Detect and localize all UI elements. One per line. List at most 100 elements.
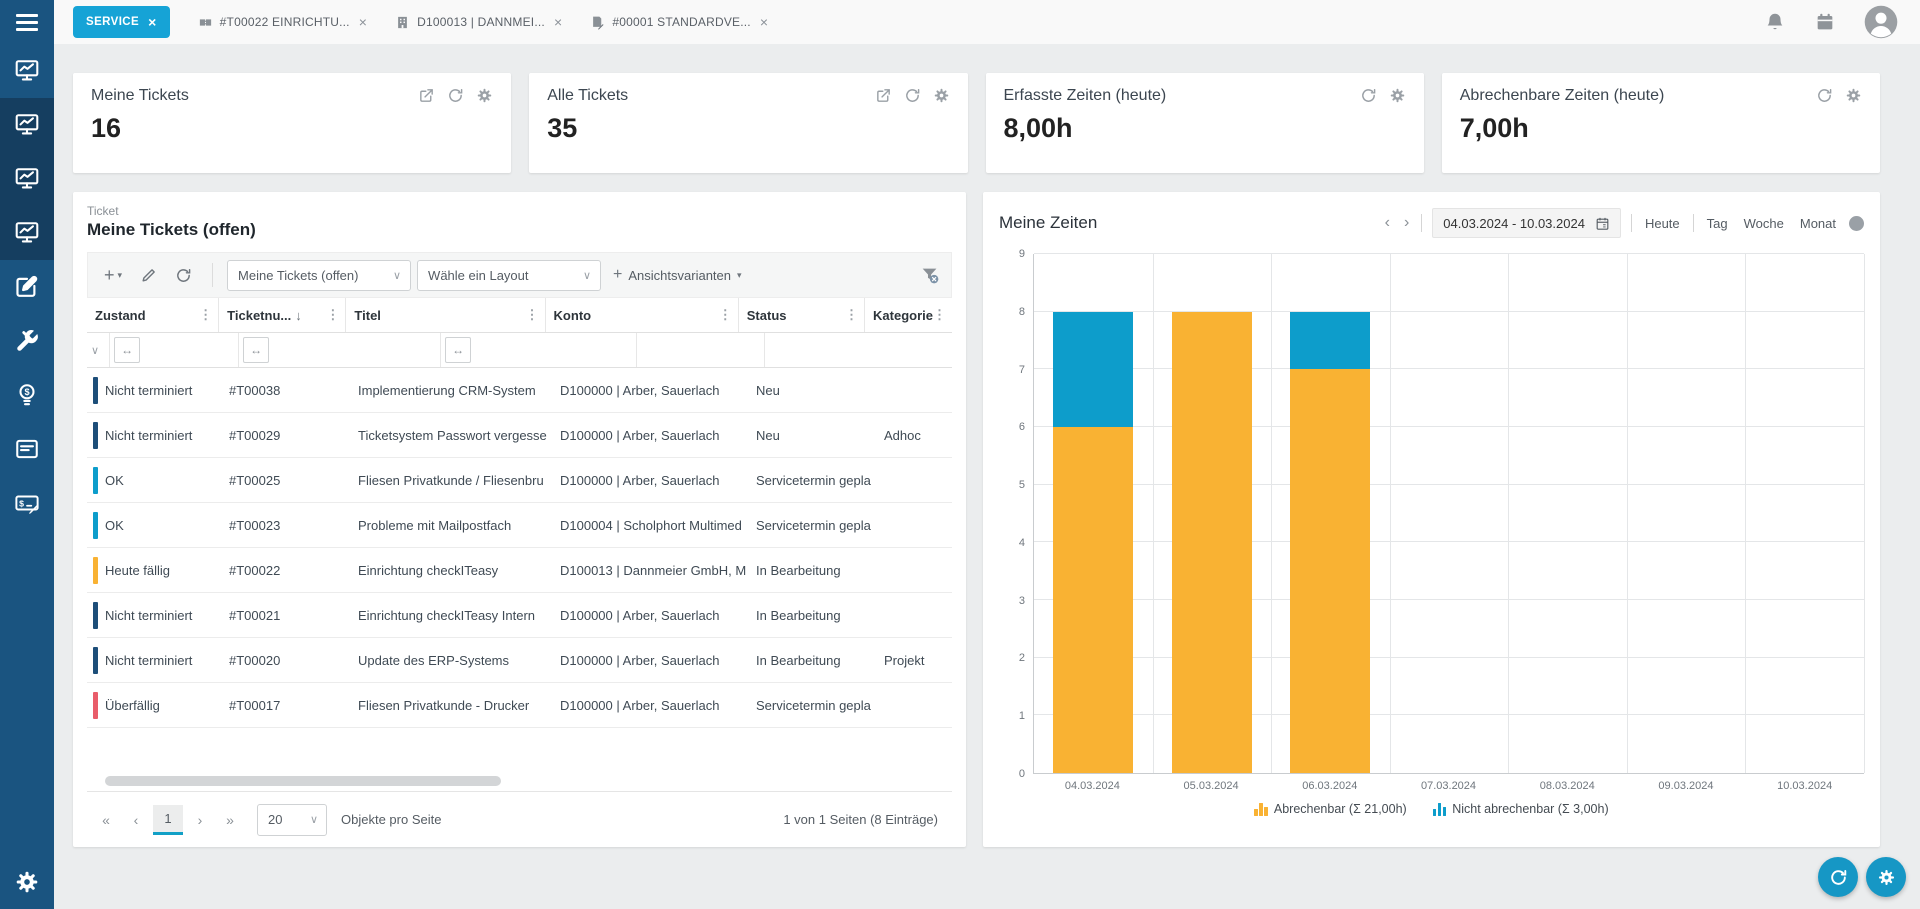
cell-konto: D100004 | Scholphort Multimed [552,518,748,533]
close-icon[interactable]: × [554,15,562,29]
add-ticket-button[interactable]: + ▾ [98,261,128,290]
cell-zustand: Heute fällig [87,557,221,584]
table-row[interactable]: OK#T00023Probleme mit MailpostfachD10000… [87,503,952,548]
scrollbar-thumb[interactable] [105,776,501,786]
page-size-select[interactable]: 20 ∨ [257,804,327,836]
prev-period-button[interactable]: ‹ [1383,214,1392,232]
date-range-picker[interactable]: 04.03.2024 - 10.03.2024 [1432,208,1621,238]
tab-ticket-t00022[interactable]: #T00022 EINRICHTU... × [198,6,367,38]
stat-card-meine-tickets: Meine Tickets 16 [73,73,511,173]
column-header-zustand[interactable]: Zustand⋮ [87,298,219,332]
column-header-status[interactable]: Status ⋮ [739,298,865,332]
tab-document-00001[interactable]: #00001 STANDARDVE... × [590,6,768,38]
refresh-icon[interactable] [1360,87,1377,104]
sidebar-item-dashboard-2[interactable] [0,98,54,152]
column-resize-icon[interactable]: ↔ [243,337,269,363]
filter-input-2[interactable] [269,337,436,363]
refresh-icon[interactable] [1816,87,1833,104]
view-monat-button[interactable]: Monat [1797,216,1839,231]
table-row[interactable]: Nicht terminiert#T00020Update des ERP-Sy… [87,638,952,683]
sidebar-item-invoices[interactable]: $ [0,476,54,530]
view-heute-button[interactable]: Heute [1642,216,1683,231]
current-page-button[interactable]: 1 [153,805,183,835]
column-menu-icon[interactable]: ⋮ [326,307,339,323]
prev-page-button[interactable]: ‹ [123,805,149,835]
column-header-konto[interactable]: Konto⋮ [546,298,739,332]
refresh-icon[interactable] [447,87,464,104]
column-resize-icon[interactable]: ↔ [114,337,140,363]
table-row[interactable]: Heute fällig#T00022Einrichtung checkITea… [87,548,952,593]
sidebar-item-dashboard-3[interactable] [0,152,54,206]
cell-ticketnumber: #T00021 [221,608,350,623]
view-woche-button[interactable]: Woche [1741,216,1787,231]
chart-options-toggle[interactable] [1849,216,1864,231]
stat-card-value: 8,00h [1004,113,1406,144]
filter-input-5[interactable] [769,337,955,363]
tab-label: SERVICE [86,16,139,28]
column-resize-icon[interactable]: ↔ [445,337,471,363]
clear-filter-button[interactable] [919,264,941,286]
calendar-button[interactable] [1814,11,1836,33]
table-row[interactable]: Nicht terminiert#T00021Einrichtung check… [87,593,952,638]
refresh-button[interactable] [169,263,198,288]
column-menu-icon[interactable]: ⋮ [199,307,212,323]
filter-dropdown-chevron-icon[interactable]: ∨ [91,344,105,357]
sidebar-item-dashboard-4[interactable] [0,206,54,260]
column-menu-icon[interactable]: ⋮ [845,307,858,323]
refresh-fab-button[interactable] [1818,857,1858,897]
layout-select[interactable]: Wähle ein Layout ∨ [417,260,601,291]
sidebar-item-dashboard-1[interactable] [0,44,54,98]
state-color-bar [93,647,98,674]
table-row[interactable]: OK#T00025Fliesen Privatkunde / Fliesenbr… [87,458,952,503]
column-menu-icon[interactable]: ⋮ [526,307,539,323]
view-variants-button[interactable]: + Ansichtsvarianten ▾ [613,266,742,284]
view-tag-button[interactable]: Tag [1704,216,1731,231]
close-icon[interactable]: × [760,15,768,29]
column-menu-icon[interactable]: ⋮ [719,307,732,323]
gear-icon[interactable] [476,87,493,104]
gear-icon[interactable] [933,87,950,104]
tab-account-d100013[interactable]: D100013 | DANNMEI... × [395,6,562,38]
column-header-titel[interactable]: Titel⋮ [346,298,545,332]
legend-item[interactable]: Abrechenbar (Σ 21,00h) [1254,802,1406,816]
last-page-button[interactable]: » [217,805,243,835]
cell-ticketnumber: #T00022 [221,563,350,578]
close-icon[interactable]: × [148,15,157,29]
sidebar-item-billing[interactable] [0,422,54,476]
column-header-ticketnu[interactable]: Ticketnu...↓⋮ [219,298,346,332]
sidebar-settings-button[interactable] [0,855,54,909]
close-icon[interactable]: × [359,15,367,29]
filter-cell-3: ↔ [441,333,637,367]
external-link-icon[interactable] [418,87,435,104]
cell-ticketnumber: #T00023 [221,518,350,533]
user-menu-button[interactable] [1864,5,1898,39]
tab-service[interactable]: SERVICE × [73,6,170,38]
sidebar-item-tools[interactable] [0,314,54,368]
gear-icon[interactable] [1389,87,1406,104]
sidebar-item-edit[interactable] [0,260,54,314]
next-page-button[interactable]: › [187,805,213,835]
column-menu-icon[interactable]: ⋮ [933,307,946,323]
settings-fab-button[interactable] [1866,857,1906,897]
first-page-button[interactable]: « [93,805,119,835]
column-header-label: Status [747,308,787,323]
view-select[interactable]: Meine Tickets (offen) ∨ [227,260,411,291]
table-row[interactable]: Nicht terminiert#T00038Implementierung C… [87,368,952,413]
filter-input-1[interactable] [140,337,234,363]
edit-button[interactable] [134,263,163,288]
external-link-icon[interactable] [875,87,892,104]
notifications-button[interactable] [1764,11,1786,33]
column-header-kategorie[interactable]: Kategorie⋮ [865,298,952,332]
refresh-icon[interactable] [904,87,921,104]
gear-icon[interactable] [1845,87,1862,104]
menu-toggle-button[interactable] [0,0,54,44]
table-row[interactable]: Überfällig#T00017Fliesen Privatkunde - D… [87,683,952,728]
filter-input-3[interactable] [471,337,632,363]
table-row[interactable]: Nicht terminiert#T00029Ticketsystem Pass… [87,413,952,458]
filter-input-4[interactable] [641,337,760,363]
caret-down-icon: ▾ [737,270,742,281]
sidebar-item-opportunities[interactable]: $ [0,368,54,422]
next-period-button[interactable]: › [1402,214,1411,232]
legend-item[interactable]: Nicht abrechenbar (Σ 3,00h) [1433,802,1609,816]
cell-konto: D100000 | Arber, Sauerlach [552,473,748,488]
